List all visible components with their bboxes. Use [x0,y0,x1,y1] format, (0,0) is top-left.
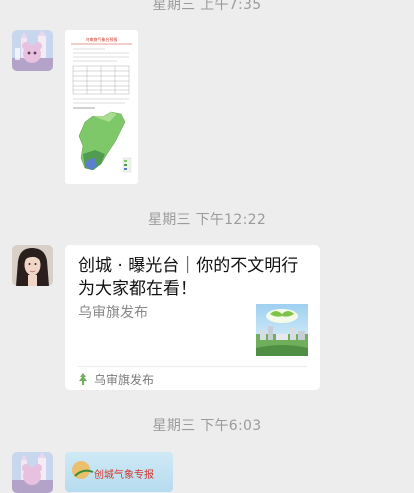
doc-title: 乌审旗气象台预报 [86,36,118,42]
card-source: 乌审旗发布 [78,370,154,388]
official-account-icon [79,373,87,385]
timestamp-3: 星期三 下午6:03 [152,418,262,434]
avatar[interactable] [12,30,53,71]
article-thumbnail [256,304,308,356]
card-source-name: 乌审旗发布 [94,372,155,387]
avatar[interactable] [12,245,53,286]
weather-report-image-message[interactable]: 创城气象专报 [65,452,173,492]
document-image-message[interactable]: 乌审旗气象台预报 [65,30,138,184]
timestamp-1: 星期三 上午7:35 [152,0,262,13]
report-title: 创城气象专报 [94,470,154,481]
article-title: 创城 · 曝光台｜你的不文明行为大家都在看！ [78,256,299,299]
article-description: 乌审旗发布 [78,305,148,321]
article-card[interactable]: 创城 · 曝光台｜你的不文明行为大家都在看！ 乌审旗发布 乌审旗发布 [65,245,320,390]
timestamp-2: 星期三 下午12:22 [147,212,267,228]
avatar[interactable] [12,452,53,493]
card-divider [78,366,307,367]
